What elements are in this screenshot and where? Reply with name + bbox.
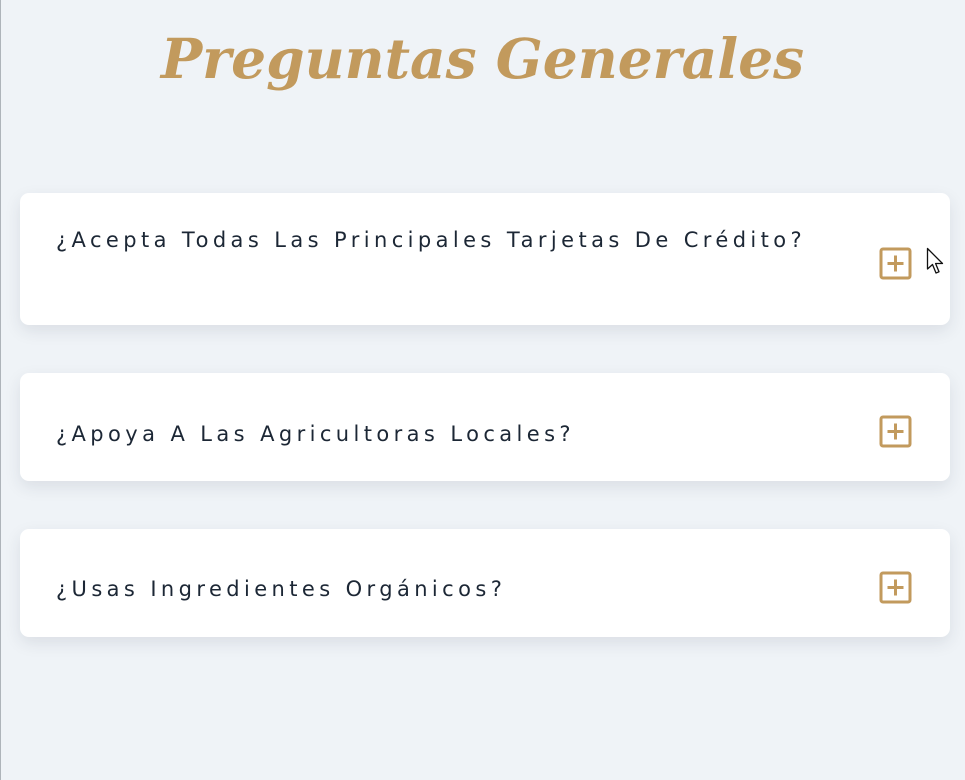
plus-square-icon[interactable] [879, 247, 912, 280]
page-left-border [0, 0, 1, 780]
faq-item-credit-cards[interactable]: ¿Acepta Todas Las Principales Tarjetas D… [20, 193, 950, 325]
faq-item-organic-ingredients[interactable]: ¿Usas Ingredientes Orgánicos? [20, 529, 950, 637]
faq-item-local-farmers[interactable]: ¿Apoya A Las Agricultoras Locales? [20, 373, 950, 481]
plus-square-icon[interactable] [879, 571, 912, 604]
faq-question: ¿Usas Ingredientes Orgánicos? [56, 577, 507, 601]
page-title: Preguntas Generales [160, 26, 805, 91]
faq-question: ¿Apoya A Las Agricultoras Locales? [56, 422, 575, 446]
mouse-pointer-icon [926, 247, 944, 274]
faq-question: ¿Acepta Todas Las Principales Tarjetas D… [56, 228, 807, 252]
plus-square-icon[interactable] [879, 415, 912, 448]
